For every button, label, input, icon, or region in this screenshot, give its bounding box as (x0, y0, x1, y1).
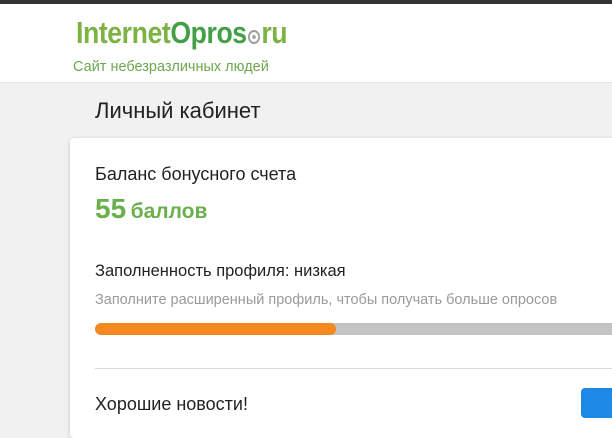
profile-completeness-hint[interactable]: Заполните расширенный профиль, чтобы пол… (95, 292, 557, 308)
bonus-balance-amount: 55 (95, 193, 127, 224)
site-tagline: Сайт небезразличных людей (73, 59, 269, 75)
page-title: Личный кабинет (95, 98, 261, 123)
bonus-balance-label: Баланс бонусного счета (95, 164, 297, 184)
profile-progress-bar (95, 323, 612, 335)
bonus-balance-unit: баллов (130, 200, 208, 223)
site-header: Internet Opros ru Сайт небезразличных люде… (0, 4, 612, 83)
profile-completeness-label: Заполненность профиля: низкая (95, 262, 346, 280)
logo-dot-icon (248, 30, 261, 44)
site-logo[interactable]: Internet Opros ru (76, 13, 288, 53)
section-divider (95, 368, 612, 369)
good-news-title: Хорошие новости! (95, 394, 248, 414)
logo-text-opros: Opros (170, 15, 247, 50)
bonus-balance-value: 55 баллов (95, 193, 207, 225)
news-action-button[interactable] (581, 388, 612, 418)
logo-text-ru: ru (261, 15, 288, 50)
logo-text-internet: Internet (76, 15, 171, 50)
profile-progress-fill (95, 323, 337, 335)
